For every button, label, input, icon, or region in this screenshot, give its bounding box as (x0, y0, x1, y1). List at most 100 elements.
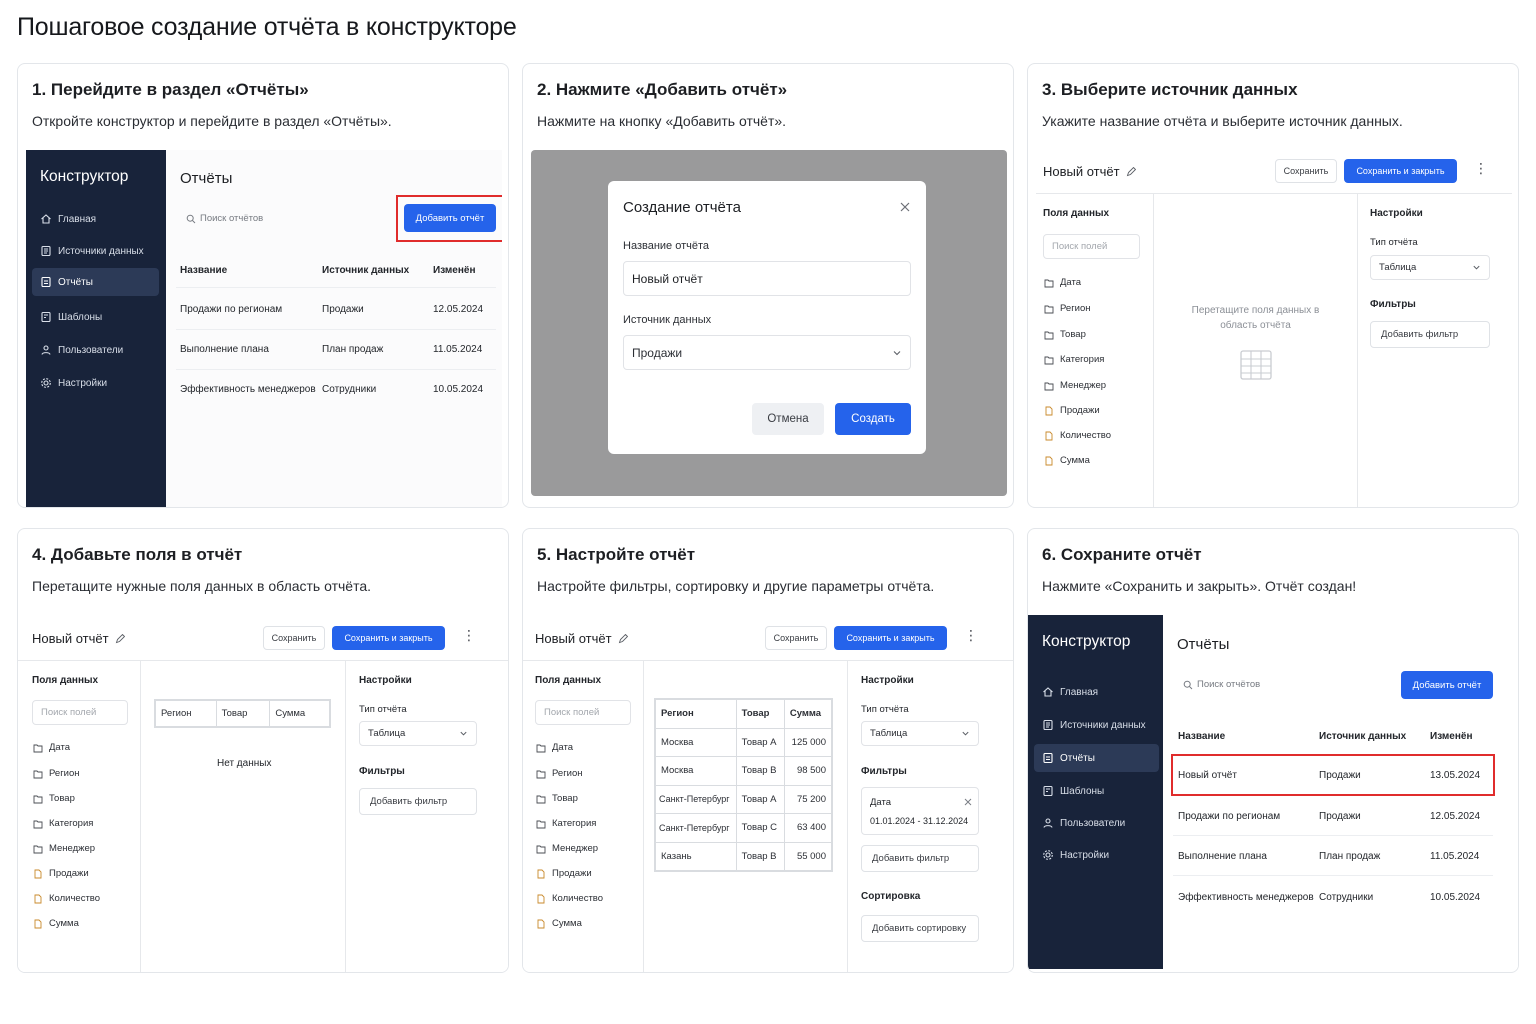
search-input[interactable]: Поиск отчётов (1183, 679, 1260, 690)
report-name-input[interactable]: Новый отчёт (623, 261, 911, 296)
save-and-close-button[interactable]: Сохранить и закрыть (332, 626, 445, 650)
table-row: Казань Товар B 55 000 (655, 841, 833, 871)
field-item[interactable]: Сумма (33, 918, 79, 929)
sidebar-item-users[interactable]: Пользователи (1034, 809, 1159, 837)
field-label: Количество (49, 893, 101, 904)
field-label: Товар (552, 793, 578, 804)
field-item[interactable]: Менеджер (1044, 380, 1106, 391)
sidebar-item-users[interactable]: Пользователи (32, 336, 159, 364)
field-label: Дата (49, 742, 71, 753)
field-item[interactable]: Продажи (1044, 405, 1100, 416)
sidebar-item-settings[interactable]: Настройки (32, 369, 159, 397)
field-item[interactable]: Количество (536, 893, 603, 904)
table-header-cell[interactable]: Сумма (269, 700, 330, 727)
filters-label: Фильтры (359, 766, 405, 777)
field-item[interactable]: Количество (1044, 430, 1111, 441)
add-filter-button[interactable]: Добавить фильтр (1370, 321, 1490, 348)
report-type-select[interactable]: Таблица (861, 721, 979, 746)
fields-search-input[interactable]: Поиск полей (535, 700, 631, 725)
save-button[interactable]: Сохранить (263, 626, 325, 650)
field-label: Менеджер (49, 843, 96, 854)
step-screenshot: Новый отчёт Сохранить Сохранить и закрыт… (18, 615, 508, 972)
field-item[interactable]: Товар (33, 793, 75, 804)
field-item[interactable]: Количество (33, 893, 100, 904)
filters-label: Фильтры (1370, 299, 1416, 310)
template-icon (41, 311, 51, 323)
cancel-button[interactable]: Отмена (752, 403, 824, 435)
close-icon[interactable] (964, 798, 972, 806)
field-item[interactable]: Дата (33, 742, 70, 753)
table-cell[interactable]: Продажи по регионам (180, 304, 282, 315)
table-header-cell[interactable]: Товар (215, 700, 271, 727)
table-header-cell[interactable]: Регион (655, 699, 737, 729)
table-cell: Товар B (735, 756, 785, 786)
save-button[interactable]: Сохранить (1275, 159, 1337, 183)
save-button[interactable]: Сохранить (765, 626, 827, 650)
field-item[interactable]: Дата (1044, 277, 1081, 288)
data-source-select[interactable]: Продажи (623, 335, 911, 370)
field-item[interactable]: Сумма (536, 918, 582, 929)
divider (523, 660, 1013, 661)
pencil-icon[interactable] (1126, 166, 1136, 177)
sidebar-item-sources[interactable]: Источники данных (32, 237, 159, 265)
fields-search-input[interactable]: Поиск полей (32, 700, 128, 725)
field-item[interactable]: Дата (536, 742, 573, 753)
search-icon (186, 214, 196, 223)
add-filter-button[interactable]: Добавить фильтр (359, 788, 477, 815)
table-header-cell[interactable]: Регион (155, 700, 217, 727)
field-item[interactable]: Регион (1044, 303, 1091, 314)
save-and-close-button[interactable]: Сохранить и закрыть (834, 626, 947, 650)
sidebar-item-templates[interactable]: Шаблоны (1034, 777, 1159, 805)
pencil-icon[interactable] (115, 633, 125, 644)
sidebar-item-settings[interactable]: Настройки (1034, 841, 1159, 869)
search-placeholder: Поиск отчётов (1197, 679, 1261, 690)
create-button[interactable]: Создать (835, 403, 911, 435)
sidebar-item-reports[interactable]: Отчёты (32, 268, 159, 296)
add-filter-button[interactable]: Добавить фильтр (861, 845, 979, 872)
table-cell[interactable]: Выполнение плана (180, 344, 269, 355)
fields-search-input[interactable]: Поиск полей (1043, 234, 1140, 259)
close-icon[interactable] (899, 201, 911, 213)
table-cell[interactable]: Эффективность менеджеров (180, 384, 316, 395)
sidebar-item-home[interactable]: Главная (32, 205, 159, 233)
search-input[interactable]: Поиск отчётов (186, 213, 263, 224)
table-cell[interactable]: Продажи по регионам (1178, 811, 1280, 822)
date-filter-chip[interactable]: Дата 01.01.2024 - 31.12.2024 (861, 787, 979, 835)
field-item[interactable]: Регион (33, 768, 80, 779)
save-and-close-button[interactable]: Сохранить и закрыть (1344, 159, 1457, 183)
field-item[interactable]: Категория (536, 818, 596, 829)
field-label: Товар (49, 793, 75, 804)
table-cell: 98 500 (783, 756, 833, 786)
sidebar-item-templates[interactable]: Шаблоны (32, 303, 159, 331)
field-item[interactable]: Продажи (33, 868, 89, 879)
field-item[interactable]: Менеджер (536, 843, 598, 854)
more-icon[interactable]: ⋮ (1474, 160, 1488, 177)
table-header-cell[interactable]: Товар (735, 699, 785, 729)
table-cell[interactable]: Эффективность менеджеров (1178, 892, 1314, 903)
add-report-button[interactable]: Добавить отчёт (404, 204, 496, 232)
pencil-icon[interactable] (618, 633, 628, 644)
table-cell-new-report[interactable]: Новый отчёт (1178, 770, 1237, 781)
sidebar-item-reports[interactable]: Отчёты (1034, 744, 1159, 772)
table-header-cell[interactable]: Сумма (783, 699, 833, 729)
field-item[interactable]: Категория (33, 818, 93, 829)
dialog-title: Создание отчёта (623, 199, 741, 216)
field-item[interactable]: Регион (536, 768, 583, 779)
field-item[interactable]: Сумма (1044, 455, 1090, 466)
more-icon[interactable]: ⋮ (462, 627, 476, 644)
table-cell: 10.05.2024 (433, 384, 484, 395)
table-cell[interactable]: Выполнение плана (1178, 851, 1267, 862)
field-item[interactable]: Товар (536, 793, 578, 804)
field-item[interactable]: Товар (1044, 329, 1086, 340)
field-item[interactable]: Категория (1044, 354, 1104, 365)
report-type-select[interactable]: Таблица (359, 721, 477, 746)
sidebar-item-sources[interactable]: Источники данных (1034, 711, 1159, 739)
more-icon[interactable]: ⋮ (964, 627, 978, 644)
sidebar-item-home[interactable]: Главная (1034, 678, 1159, 706)
add-report-button[interactable]: Добавить отчёт (1401, 671, 1493, 699)
measure-icon (537, 894, 545, 903)
report-type-select[interactable]: Таблица (1370, 255, 1490, 280)
field-item[interactable]: Продажи (536, 868, 592, 879)
field-item[interactable]: Менеджер (33, 843, 95, 854)
add-sort-button[interactable]: Добавить сортировку (861, 915, 979, 942)
